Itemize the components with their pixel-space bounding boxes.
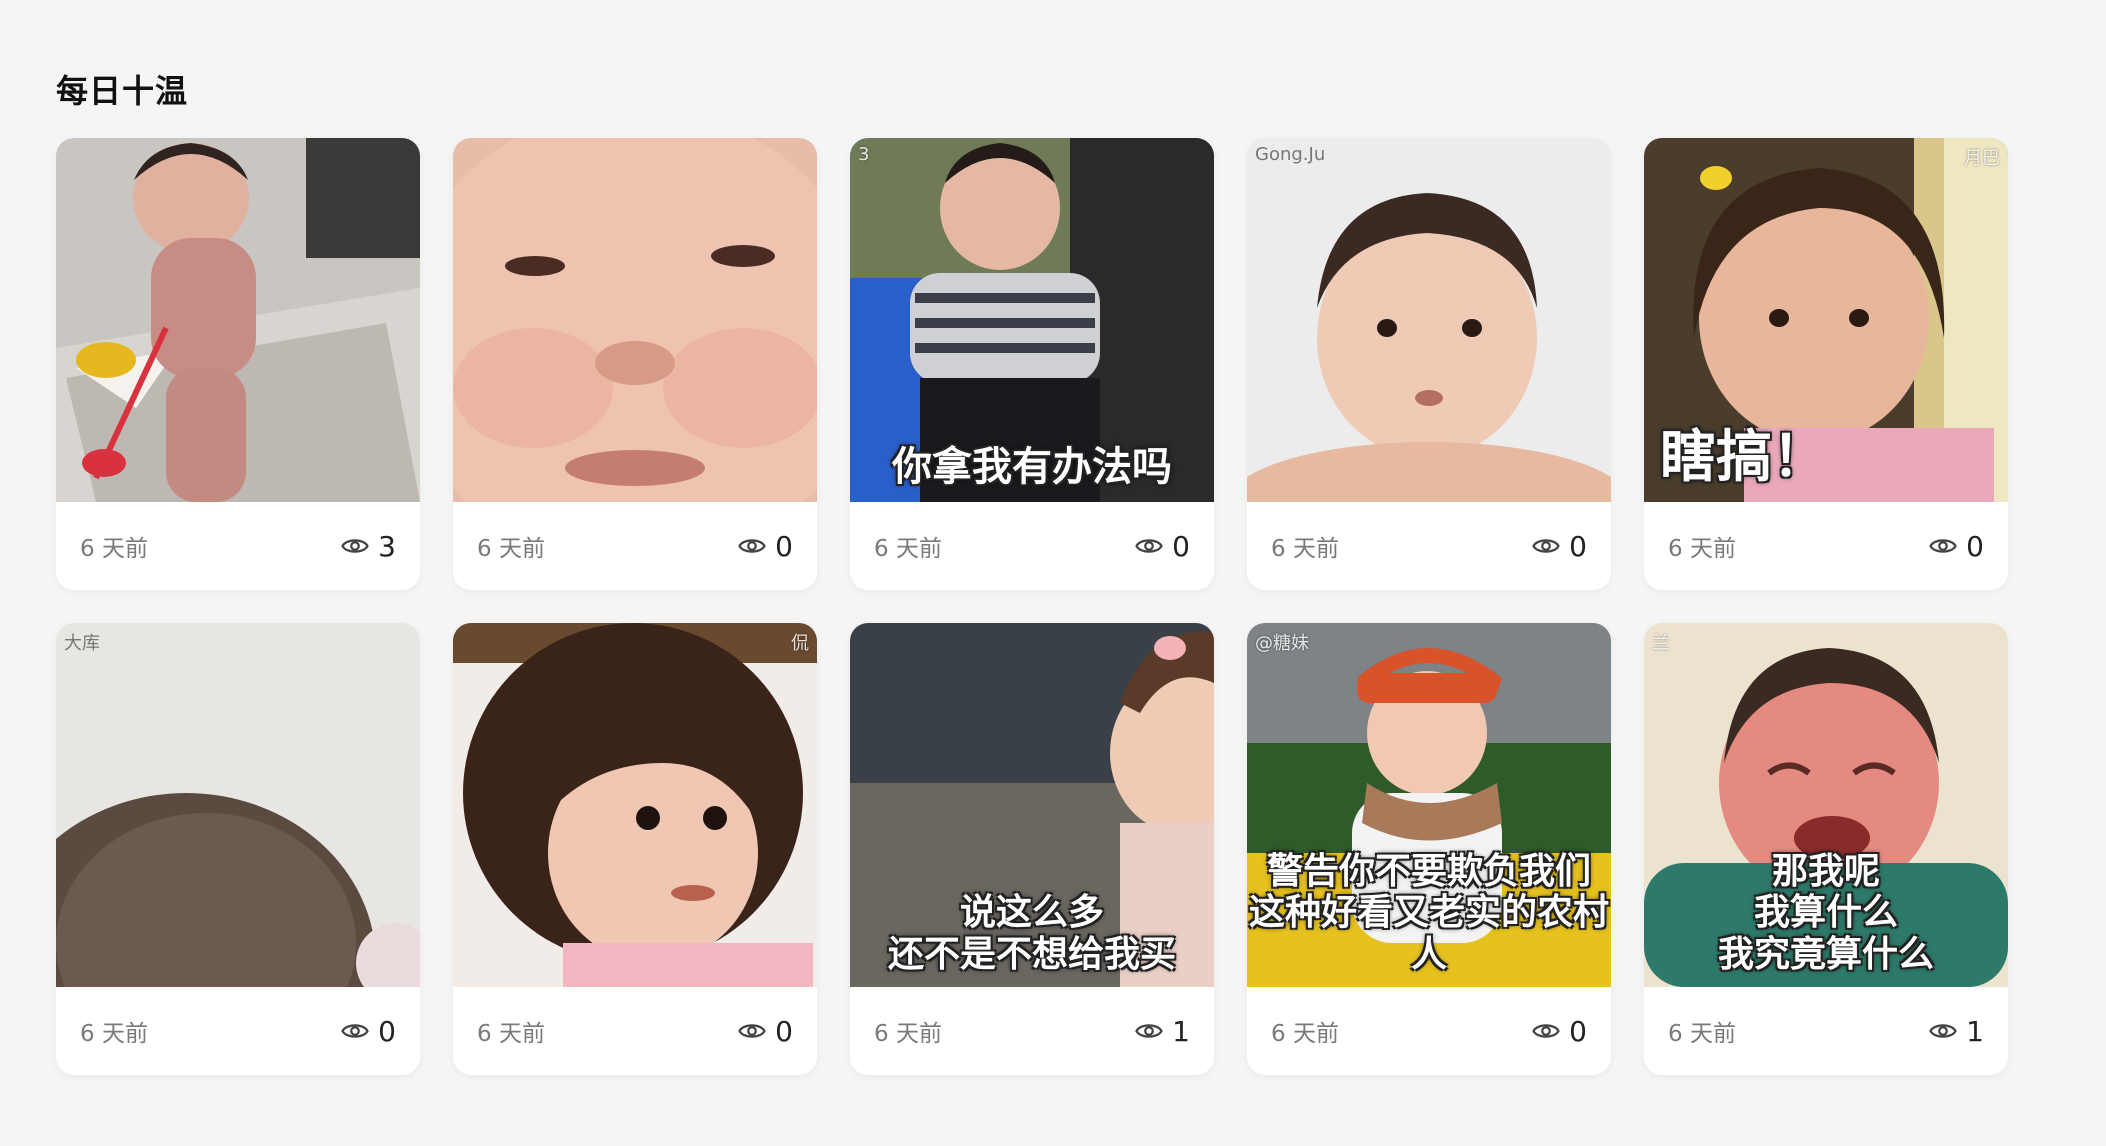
view-count: 0 — [737, 530, 793, 563]
view-count: 0 — [1928, 530, 1984, 563]
meme-thumbnail[interactable]: 说这么多 还不是不想给我买 — [850, 623, 1214, 987]
post-time: 6 天前 — [477, 1021, 545, 1047]
card-meta: 6 天前 1 — [1644, 987, 2008, 1075]
image-watermark: 月巴 — [1964, 148, 2000, 169]
view-count: 3 — [340, 530, 396, 563]
meme-card[interactable]: 说这么多 还不是不想给我买 6 天前 1 — [850, 623, 1214, 1075]
baby-portrait-image — [1247, 138, 1611, 502]
post-time: 6 天前 — [80, 1021, 148, 1047]
eye-icon — [1532, 539, 1560, 553]
view-count-value: 0 — [1569, 529, 1587, 563]
view-count-value: 1 — [1172, 1014, 1190, 1048]
card-meta: 6 天前 1 — [850, 987, 1214, 1075]
view-count-value: 3 — [378, 529, 396, 563]
meme-thumbnail[interactable]: 兰 那我呢 我算什么 我究竟算什么 — [1644, 623, 2008, 987]
view-count: 0 — [340, 1015, 396, 1048]
meme-card[interactable]: 3 你拿我有办法吗 6 天前 0 — [850, 138, 1214, 590]
post-time: 6 天前 — [1668, 536, 1736, 562]
card-meta: 6 天前 0 — [1247, 987, 1611, 1075]
image-watermark: 3 — [858, 144, 870, 165]
card-meta: 6 天前 0 — [56, 987, 420, 1075]
view-count-value: 0 — [1966, 529, 1984, 563]
post-time: 6 天前 — [1668, 1021, 1736, 1047]
card-meta: 6 天前 0 — [453, 502, 817, 590]
girl-curly-hair-image — [453, 623, 817, 987]
eye-icon — [1135, 1024, 1163, 1038]
meme-card[interactable]: 月巴 瞎搞！ 6 天前 0 — [1644, 138, 2008, 590]
baby-head-blur-image — [56, 623, 420, 987]
meme-thumbnail[interactable]: 大库 — [56, 623, 420, 987]
view-count: 0 — [1531, 1015, 1587, 1048]
meme-caption: 瞎搞！ — [1660, 424, 1828, 490]
view-count-value: 0 — [1569, 1014, 1587, 1048]
meme-card[interactable]: 6 天前 0 — [453, 138, 817, 590]
image-watermark: Gong.Ju — [1255, 144, 1326, 165]
post-time: 6 天前 — [1271, 1021, 1339, 1047]
meme-thumbnail[interactable]: 3 你拿我有办法吗 — [850, 138, 1214, 502]
eye-icon — [738, 1024, 766, 1038]
meme-caption: 那我呢 我算什么 我究竟算什么 — [1717, 850, 1934, 975]
meme-card[interactable]: @糖妹 警告你不要欺负我们 这种好看又老实的农村人 6 天前 0 — [1247, 623, 1611, 1075]
view-count: 1 — [1928, 1015, 1984, 1048]
meme-caption: 警告你不要欺负我们 这种好看又老实的农村人 — [1248, 850, 1609, 975]
eye-icon — [1929, 1024, 1957, 1038]
meme-thumbnail[interactable] — [453, 138, 817, 502]
eye-icon — [341, 1024, 369, 1038]
meme-card[interactable]: 6 天前 3 — [56, 138, 420, 590]
image-watermark: 兰 — [1652, 633, 1670, 654]
meme-caption: 说这么多 还不是不想给我买 — [887, 892, 1176, 975]
eye-icon — [1929, 539, 1957, 553]
meme-card[interactable]: Gong.Ju 6 天前 0 — [1247, 138, 1611, 590]
meme-thumbnail[interactable]: 月巴 瞎搞！ — [1644, 138, 2008, 502]
card-meta: 6 天前 0 — [850, 502, 1214, 590]
meme-card[interactable]: 大库 6 天前 0 — [56, 623, 420, 1075]
image-watermark: 大库 — [64, 633, 100, 654]
meme-card[interactable]: 侃 6 天前 0 — [453, 623, 817, 1075]
post-time: 6 天前 — [1271, 536, 1339, 562]
card-meta: 6 天前 0 — [1644, 502, 2008, 590]
view-count-value: 0 — [775, 529, 793, 563]
view-count-value: 1 — [1966, 1014, 1984, 1048]
view-count-value: 0 — [775, 1014, 793, 1048]
meme-grid: 6 天前 3 6 天前 0 3 你拿我有办法吗 6 天前 0 Gong.Ju 6… — [56, 138, 2008, 1075]
baby-face-closeup-image — [453, 138, 817, 502]
post-time: 6 天前 — [874, 1021, 942, 1047]
baby-standing-image — [56, 138, 420, 502]
view-count-value: 0 — [1172, 529, 1190, 563]
section-title: 每日十温 — [56, 72, 189, 110]
meme-thumbnail[interactable]: @糖妹 警告你不要欺负我们 这种好看又老实的农村人 — [1247, 623, 1611, 987]
card-meta: 6 天前 0 — [1247, 502, 1611, 590]
eye-icon — [1135, 539, 1163, 553]
view-count: 0 — [1134, 530, 1190, 563]
meme-thumbnail[interactable] — [56, 138, 420, 502]
card-meta: 6 天前 3 — [56, 502, 420, 590]
meme-caption: 你拿我有办法吗 — [892, 444, 1172, 490]
image-watermark: @糖妹 — [1255, 633, 1309, 654]
card-meta: 6 天前 0 — [453, 987, 817, 1075]
view-count: 0 — [1531, 530, 1587, 563]
meme-card[interactable]: 兰 那我呢 我算什么 我究竟算什么 6 天前 1 — [1644, 623, 2008, 1075]
view-count-value: 0 — [378, 1014, 396, 1048]
post-time: 6 天前 — [80, 536, 148, 562]
view-count: 1 — [1134, 1015, 1190, 1048]
meme-thumbnail[interactable]: Gong.Ju — [1247, 138, 1611, 502]
meme-thumbnail[interactable]: 侃 — [453, 623, 817, 987]
image-watermark: 侃 — [791, 633, 809, 654]
post-time: 6 天前 — [477, 536, 545, 562]
post-time: 6 天前 — [874, 536, 942, 562]
view-count: 0 — [737, 1015, 793, 1048]
eye-icon — [341, 539, 369, 553]
eye-icon — [738, 539, 766, 553]
eye-icon — [1532, 1024, 1560, 1038]
